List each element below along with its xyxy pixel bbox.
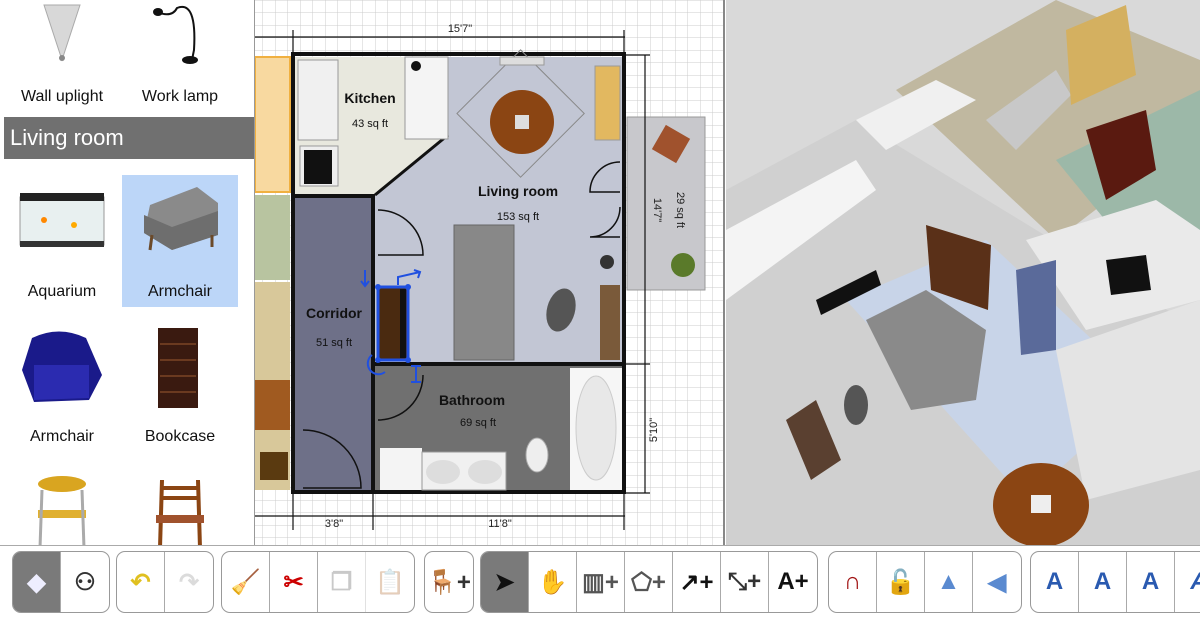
bold-text-button[interactable]: A: [1127, 552, 1175, 612]
wall-uplight-icon: [43, 4, 81, 62]
catalog-item-work-lamp[interactable]: Work lamp: [122, 0, 238, 112]
italic-text-icon: A: [1190, 568, 1200, 596]
toolbar-group: AAAA: [1030, 551, 1200, 613]
cut-button[interactable]: ✂: [270, 552, 318, 612]
create-walls-view-icon: ◆: [27, 568, 46, 596]
armchair-gray-icon: [144, 187, 218, 251]
redo-icon: ↷: [178, 568, 200, 596]
aerial-view-button[interactable]: ⚇: [61, 552, 109, 612]
room-name-corridor: Corridor: [306, 305, 363, 321]
bookcase-icon: [158, 328, 198, 408]
clean-broom-icon: 🧹: [230, 568, 261, 596]
work-lamp-icon: [153, 5, 198, 64]
toolbar-group: 🪑+: [424, 551, 474, 613]
catalog-item-armchair[interactable]: Armchair: [4, 320, 120, 452]
clean-broom-button[interactable]: 🧹: [222, 552, 270, 612]
bed[interactable]: [255, 56, 291, 193]
flip-vertical-icon: ◀: [987, 568, 1007, 596]
create-polylines-icon: ↗+: [679, 568, 714, 596]
dimension-right-lower: 5'10": [648, 418, 660, 442]
room-area-corridor: 51 sq ft: [316, 337, 352, 349]
flip-vertical-button[interactable]: ◀: [973, 552, 1021, 612]
italic-text-button[interactable]: A: [1175, 552, 1200, 612]
decrease-text-size-icon: A: [1093, 568, 1112, 595]
chair-wooden-icon: [156, 479, 204, 545]
sofa[interactable]: [453, 224, 515, 361]
toolbar-group: ◆ ⚇: [12, 551, 110, 613]
aerial-view-icon: ⚇: [74, 568, 96, 596]
catalog-category-header[interactable]: Living room: [4, 117, 254, 159]
pan-hand-button[interactable]: ✋: [529, 552, 577, 612]
catalog-item-label: Wall uplight: [20, 88, 104, 105]
furniture-catalog: Wall uplight Work lamp Living room Aquar…: [0, 0, 255, 545]
room-area-living-room: 153 sq ft: [497, 211, 539, 223]
room-area-bathroom: 69 sq ft: [460, 417, 496, 429]
catalog-item-label: Work lamp: [141, 88, 219, 105]
plan-view[interactable]: 15'7" 3'8" 11'8" 14'7" 5'10" 29 sq ft Ki…: [255, 0, 725, 545]
paste-button[interactable]: 📋: [366, 552, 414, 612]
catalog-item-label: Armchair: [29, 428, 94, 445]
catalog-item-label: Armchair: [147, 283, 212, 300]
dimension-top: 15'7": [448, 23, 472, 35]
add-furniture-button[interactable]: 🪑+: [425, 552, 473, 612]
create-walls-button[interactable]: ▥+: [577, 552, 625, 612]
create-dimensions-icon: ⤡+: [727, 568, 762, 595]
room-area-kitchen: 43 sq ft: [352, 118, 388, 130]
dimension-right-upper: 14'7": [651, 198, 663, 222]
catalog-item-bookcase[interactable]: Bookcase: [122, 320, 238, 452]
dimension-bottom-right: 11'8": [488, 518, 512, 530]
paste-icon: 📋: [375, 568, 405, 596]
catalog-item-label: Bookcase: [144, 428, 216, 445]
create-rooms-button[interactable]: ⬠+: [625, 552, 673, 612]
redo-button[interactable]: ↷: [165, 552, 213, 612]
room-name-kitchen: Kitchen: [344, 90, 395, 106]
copy-button[interactable]: ❐: [318, 552, 366, 612]
armchair-blue-icon: [22, 331, 102, 402]
room-name-bathroom: Bathroom: [439, 392, 505, 408]
decrease-text-size-button[interactable]: A: [1079, 552, 1127, 612]
add-furniture-icon: 🪑+: [427, 568, 471, 596]
cut-icon: ✂: [283, 568, 304, 596]
create-polylines-button[interactable]: ↗+: [673, 552, 721, 612]
chair-yellow-icon: [38, 476, 86, 545]
pan-hand-icon: ✋: [537, 568, 568, 596]
flip-horizontal-button[interactable]: ▲: [925, 552, 973, 612]
create-dimensions-button[interactable]: ⤡+: [721, 552, 769, 612]
catalog-item-aquarium[interactable]: Aquarium: [4, 175, 120, 307]
toolbar-group: ↶ ↷: [116, 551, 214, 613]
create-walls-view-button[interactable]: ◆: [13, 552, 61, 612]
catalog-item-wall-uplight[interactable]: Wall uplight: [4, 0, 120, 112]
create-rooms-icon: ⬠+: [631, 568, 666, 596]
lock-button[interactable]: 🔓: [877, 552, 925, 612]
catalog-item-label: Aquarium: [27, 283, 97, 300]
add-text-button[interactable]: A+: [769, 552, 817, 612]
lock-icon: 🔓: [885, 568, 916, 596]
increase-text-size-icon: A: [1045, 568, 1064, 595]
undo-button[interactable]: ↶: [117, 552, 165, 612]
toolbar-group: ∩ 🔓 ▲ ◀: [828, 551, 1022, 613]
toolbar-group: 🧹 ✂ ❐ 📋: [221, 551, 415, 613]
dimension-bottom-left: 3'8": [325, 518, 343, 530]
magnetism-button[interactable]: ∩: [829, 552, 877, 612]
catalog-item-armchair-selected[interactable]: Armchair: [122, 175, 238, 307]
copy-icon: ❐: [330, 568, 353, 596]
toolbar-group: ➤ ✋ ▥+ ⬠+ ↗+ ⤡+ A+: [480, 551, 818, 613]
room-name-living-room: Living room: [478, 183, 558, 199]
catalog-item-chair[interactable]: [4, 470, 120, 545]
undo-icon: ↶: [130, 568, 151, 596]
3d-view[interactable]: [726, 0, 1200, 545]
magnetism-icon: ∩: [843, 568, 862, 595]
aquarium-icon: [19, 193, 105, 247]
create-walls-icon: ▥+: [582, 568, 619, 596]
balcony-area: 29 sq ft: [674, 192, 686, 228]
select-arrow-button[interactable]: ➤: [481, 552, 529, 612]
main-toolbar: ◆⚇↶↷🧹✂❐📋🪑+➤✋▥+⬠+↗+⤡+A+∩🔓▲◀AAAA: [0, 545, 1200, 618]
flip-horizontal-icon: ▲: [936, 568, 961, 595]
bold-text-icon: A: [1141, 568, 1160, 595]
select-arrow-icon: ➤: [494, 568, 515, 596]
catalog-item-wooden-chair[interactable]: [122, 470, 238, 545]
add-text-icon: A+: [777, 568, 809, 595]
increase-text-size-button[interactable]: A: [1031, 552, 1079, 612]
